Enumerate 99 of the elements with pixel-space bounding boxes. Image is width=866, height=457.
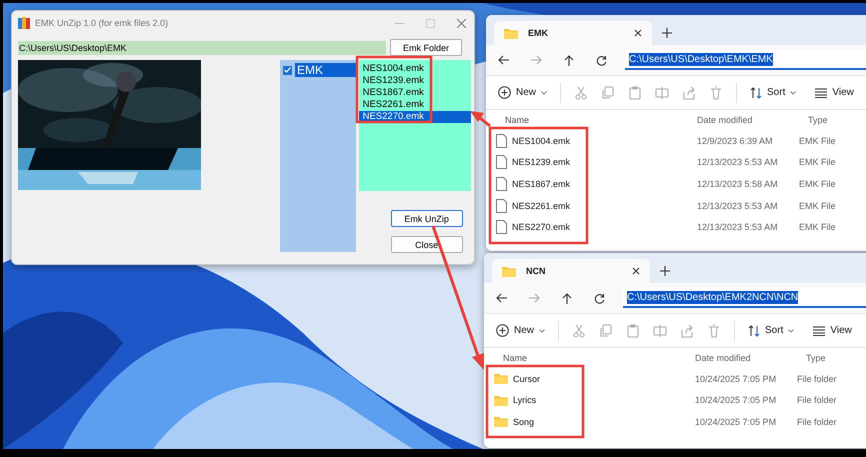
file-name[interactable]: NES1867.emk	[512, 178, 570, 189]
folder-tab[interactable]: NCN	[492, 259, 650, 283]
back-icon[interactable]	[496, 293, 507, 303]
folder-icon	[494, 394, 508, 406]
tree-item[interactable]: EMK	[295, 63, 356, 77]
copy-icon[interactable]	[599, 324, 614, 338]
address-field[interactable]: C:\Users\US\Desktop\EMK\EMK	[625, 50, 866, 70]
path-field[interactable]: C:\Users\US\Desktop\EMK	[18, 40, 386, 54]
up-icon[interactable]	[562, 292, 572, 304]
cut-icon[interactable]	[574, 86, 588, 100]
column-header[interactable]: Type	[808, 115, 866, 125]
view-button[interactable]: View	[813, 325, 852, 336]
folder-icon	[502, 266, 516, 276]
app-icon	[18, 17, 30, 29]
caret-icon	[788, 328, 794, 332]
file-name[interactable]: NES2261.emk	[512, 200, 570, 211]
folder-icon	[494, 373, 508, 384]
type-cell-text: File folder	[797, 416, 838, 427]
up-icon[interactable]	[564, 54, 574, 66]
copy-icon[interactable]	[601, 86, 616, 100]
refresh-icon[interactable]	[594, 292, 605, 304]
date-cell-text: 10/24/2025 7:05 PM	[694, 395, 778, 406]
sort-icon	[750, 86, 762, 98]
forward-icon[interactable]	[531, 55, 542, 65]
type-cell-text: EMK File	[799, 136, 837, 146]
list-item[interactable]: NES1004.emk	[358, 63, 471, 75]
new-tab-icon[interactable]	[662, 28, 672, 38]
date-cell-text: 10/24/2025 7:05 PM	[694, 416, 778, 427]
file-icon	[496, 155, 507, 170]
type-cell-text: EMK File	[799, 178, 837, 189]
column-header[interactable]: Name	[503, 353, 695, 363]
delete-icon[interactable]	[709, 86, 724, 100]
folder-icon	[494, 416, 508, 428]
forward-icon[interactable]	[529, 293, 540, 303]
view-icon	[813, 326, 826, 336]
share-icon[interactable]	[682, 86, 696, 100]
date-cell-text: 12/13/2023 5:53 AM	[696, 222, 779, 232]
new-button[interactable]: New	[496, 324, 546, 337]
date-cell-text: 12/13/2023 5:53 AM	[696, 157, 779, 168]
caret-icon	[790, 90, 796, 94]
close-icon[interactable]	[632, 267, 640, 275]
folder-icon	[504, 28, 518, 38]
arrow	[470, 111, 491, 128]
file-name[interactable]: Lyrics	[513, 395, 536, 406]
caret-icon	[541, 90, 548, 94]
file-name[interactable]: NES1004.emk	[512, 136, 570, 146]
folder-tab[interactable]: EMK	[494, 21, 652, 45]
caret-icon	[539, 328, 546, 332]
folder-button[interactable]: Emk Folder	[390, 39, 462, 56]
list-item[interactable]: NES2261.emk	[358, 99, 471, 111]
type-cell-text: File folder	[797, 374, 838, 384]
paste-icon[interactable]	[626, 324, 640, 338]
date-cell-text: 12/13/2023 5:53 AM	[696, 200, 779, 211]
column-header[interactable]: Name	[505, 115, 697, 125]
file-icon	[496, 220, 507, 234]
sort-button[interactable]: Sort	[748, 324, 794, 336]
date-cell-text: 10/24/2025 7:05 PM	[694, 374, 778, 384]
cut-icon[interactable]	[572, 324, 586, 338]
refresh-icon[interactable]	[596, 54, 607, 66]
back-icon[interactable]	[498, 55, 509, 65]
list-item[interactable]: NES1239.emk	[358, 75, 471, 87]
type-cell-text: EMK File	[799, 200, 837, 211]
view-icon	[815, 88, 828, 98]
new-button[interactable]: New	[498, 86, 548, 99]
file-name[interactable]: Song	[513, 416, 534, 427]
rename-icon[interactable]	[653, 324, 668, 338]
rename-icon[interactable]	[655, 86, 670, 100]
new-tab-icon[interactable]	[660, 266, 670, 276]
type-cell-text: EMK File	[799, 157, 837, 168]
view-button[interactable]: View	[815, 87, 854, 98]
sort-button[interactable]: Sort	[750, 86, 796, 98]
date-cell-text: 12/13/2023 5:58 AM	[696, 178, 779, 189]
delete-icon[interactable]	[707, 324, 722, 338]
window-title: EMK UnZip 1.0 (for emk files 2.0)	[35, 18, 170, 28]
file-name[interactable]: Cursor	[513, 374, 540, 384]
type-cell-text: File folder	[797, 395, 838, 406]
column-header[interactable]: Date modified	[695, 353, 806, 363]
file-name[interactable]: NES1239.emk	[512, 157, 570, 168]
address-field[interactable]: C:\Users\US\Desktop\EMK2NCN\NCN	[623, 288, 866, 308]
file-icon	[496, 198, 507, 213]
minimize-icon[interactable]	[395, 22, 404, 24]
column-header[interactable]: Type	[806, 353, 866, 363]
close-button[interactable]: Close	[390, 236, 463, 253]
list-item[interactable]: NES1867.emk	[358, 87, 471, 99]
file-icon	[496, 176, 507, 191]
plus-icon	[498, 86, 511, 99]
checkbox[interactable]	[283, 66, 292, 74]
type-cell-text: EMK File	[799, 222, 837, 232]
file-icon	[496, 134, 507, 148]
sort-icon	[748, 324, 760, 336]
share-icon[interactable]	[680, 324, 694, 338]
close-icon[interactable]	[634, 29, 642, 37]
plus-icon	[496, 324, 509, 337]
column-header[interactable]: Date modified	[697, 115, 808, 125]
paste-icon[interactable]	[628, 86, 642, 100]
file-name[interactable]: NES2270.emk	[512, 222, 570, 232]
date-cell-text: 12/9/2023 6:39 AM	[696, 136, 774, 146]
unzip-button[interactable]: Emk UnZip	[390, 210, 463, 227]
maximize-icon[interactable]	[426, 18, 435, 28]
